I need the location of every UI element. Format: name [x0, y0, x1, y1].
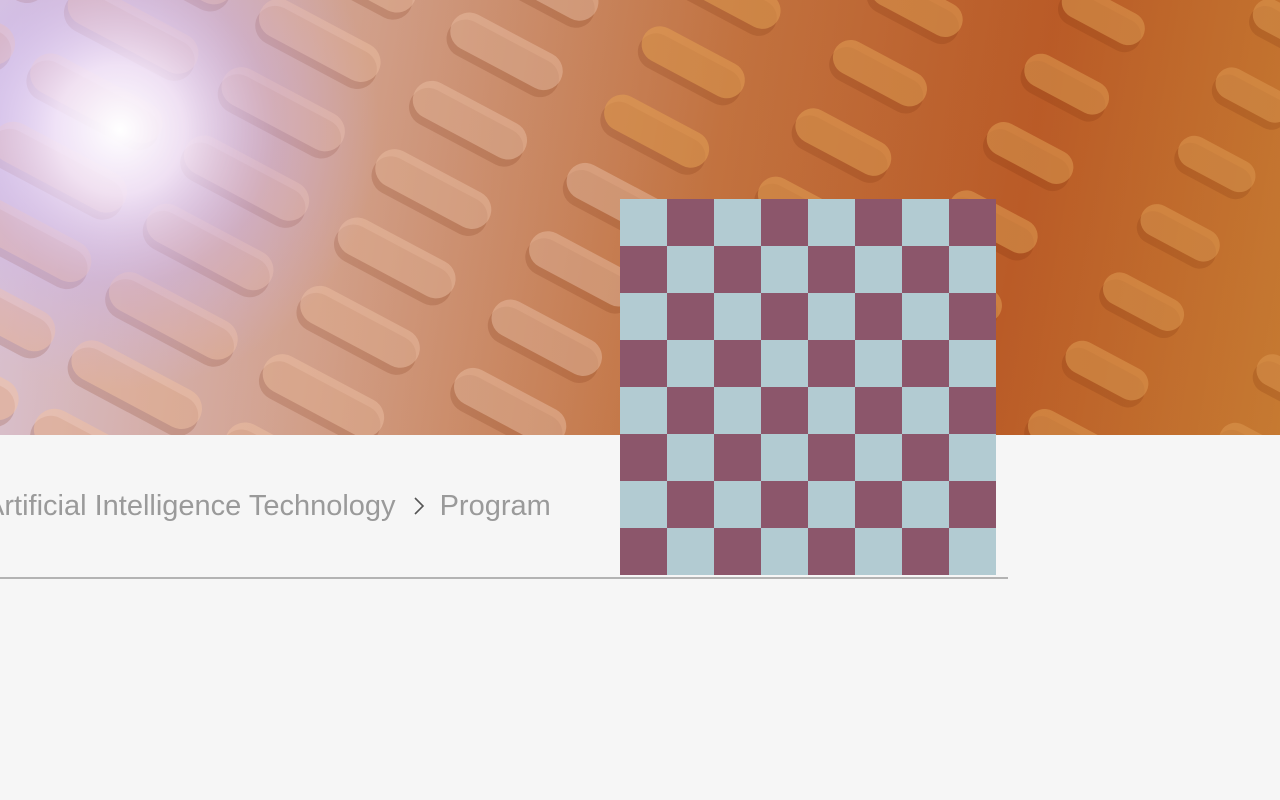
checker-cell [714, 293, 761, 340]
checker-cell [949, 434, 996, 481]
checker-cell [855, 434, 902, 481]
checker-cell [620, 246, 667, 293]
checker-cell [855, 293, 902, 340]
checker-cell [808, 481, 855, 528]
checker-cell [761, 481, 808, 528]
checker-cell [902, 387, 949, 434]
checker-cell [902, 434, 949, 481]
checker-cell [667, 434, 714, 481]
checker-cell [855, 528, 902, 575]
checker-cell [808, 434, 855, 481]
checker-cell [761, 387, 808, 434]
checker-cell [902, 481, 949, 528]
checker-cell [949, 199, 996, 246]
checker-cell [620, 481, 667, 528]
checker-cell [667, 387, 714, 434]
checker-cell [761, 340, 808, 387]
checker-cell [714, 481, 761, 528]
checker-cell [949, 246, 996, 293]
checker-cell [808, 387, 855, 434]
checker-cell [620, 340, 667, 387]
checker-cell [620, 434, 667, 481]
checker-cell [761, 199, 808, 246]
checker-cell [949, 481, 996, 528]
checker-cell [620, 199, 667, 246]
checker-cell [855, 340, 902, 387]
checker-cell [761, 246, 808, 293]
checker-cell [855, 481, 902, 528]
checker-cell [714, 246, 761, 293]
checker-cell [902, 199, 949, 246]
checker-cell [949, 340, 996, 387]
checker-cell [667, 293, 714, 340]
checker-cell [808, 340, 855, 387]
checkerboard-placeholder-image [620, 199, 996, 575]
checker-cell [667, 246, 714, 293]
checker-cell [855, 246, 902, 293]
checker-cell [761, 293, 808, 340]
checker-cell [808, 199, 855, 246]
chevron-right-icon [396, 486, 440, 526]
checker-cell [714, 340, 761, 387]
checker-cell [761, 528, 808, 575]
checker-cell [714, 434, 761, 481]
checker-cell [808, 293, 855, 340]
checker-cell [761, 434, 808, 481]
checker-cell [855, 199, 902, 246]
checker-cell [714, 387, 761, 434]
checker-cell [949, 528, 996, 575]
checker-cell [855, 387, 902, 434]
checker-cell [620, 528, 667, 575]
breadcrumb-divider [0, 577, 1008, 579]
checker-cell [808, 246, 855, 293]
checker-cell [949, 387, 996, 434]
checker-cell [808, 528, 855, 575]
checker-cell [949, 293, 996, 340]
checker-cell [667, 340, 714, 387]
checker-cell [667, 481, 714, 528]
checker-cell [714, 199, 761, 246]
checker-cell [902, 246, 949, 293]
checker-cell [667, 199, 714, 246]
checker-cell [902, 528, 949, 575]
checker-cell [902, 293, 949, 340]
breadcrumb-item-department[interactable]: e and Artificial Intelligence Technology [0, 486, 396, 526]
checker-cell [620, 387, 667, 434]
checker-cell [667, 528, 714, 575]
checker-cell [620, 293, 667, 340]
checker-cell [714, 528, 761, 575]
checker-cell [902, 340, 949, 387]
page: e and Artificial Intelligence Technology… [0, 0, 1280, 800]
breadcrumb-item-program[interactable]: Program [440, 486, 551, 526]
